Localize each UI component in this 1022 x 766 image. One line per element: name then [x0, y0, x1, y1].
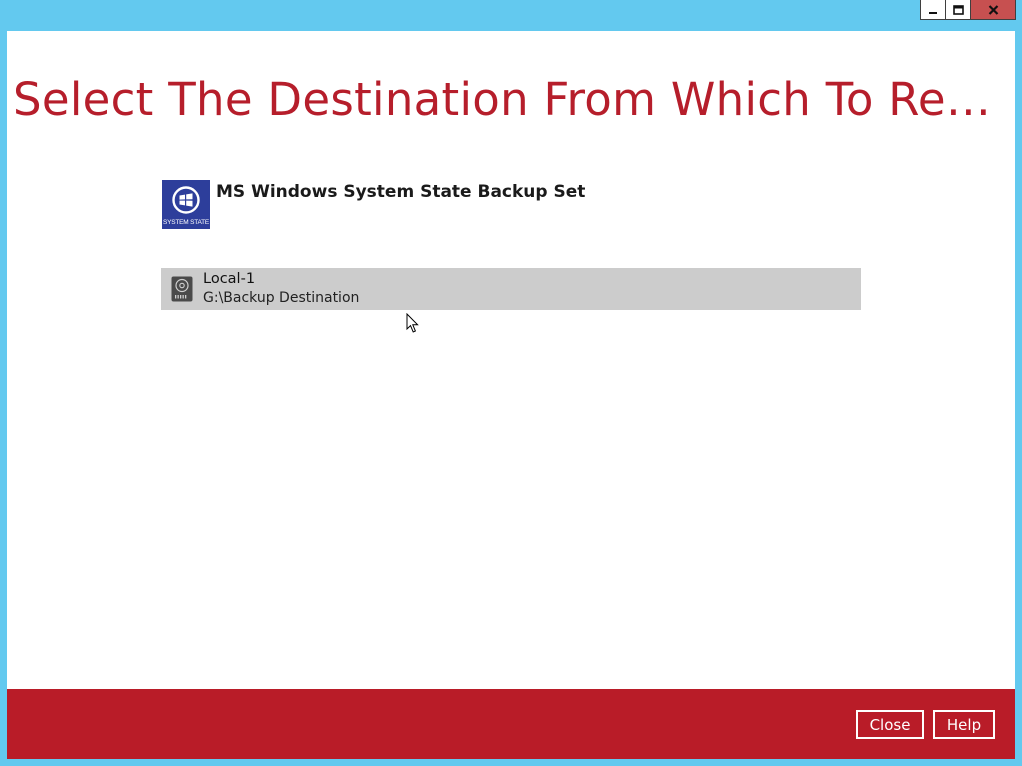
close-x-icon — [988, 4, 998, 15]
dialog-content: Select The Destination From Which To Res… — [7, 31, 1015, 759]
maximize-button[interactable] — [945, 0, 971, 20]
window-controls — [920, 0, 1016, 21]
page-title: Select The Destination From Which To Res… — [13, 73, 1009, 126]
backup-set-icon-caption: SYSTEM STATE — [162, 219, 210, 226]
backup-set-header: SYSTEM STATE MS Windows System State Bac… — [162, 180, 585, 230]
help-button[interactable]: Help — [933, 710, 995, 739]
destination-name: Local-1 — [203, 271, 256, 287]
minimize-icon — [929, 11, 937, 14]
mouse-cursor-icon — [406, 313, 419, 333]
destination-row-local-1[interactable]: Local-1 G:\Backup Destination — [161, 268, 861, 310]
minimize-button[interactable] — [920, 0, 946, 20]
footer-bar: Close Help — [7, 689, 1015, 759]
local-drive-icon — [171, 276, 193, 302]
backup-set-name: MS Windows System State Backup Set — [216, 182, 586, 202]
windows-system-state-icon: SYSTEM STATE — [162, 180, 210, 229]
maximize-icon — [952, 4, 964, 15]
close-button[interactable]: Close — [856, 710, 924, 739]
destination-path: G:\Backup Destination — [203, 290, 360, 306]
window-close-button[interactable] — [970, 0, 1016, 20]
